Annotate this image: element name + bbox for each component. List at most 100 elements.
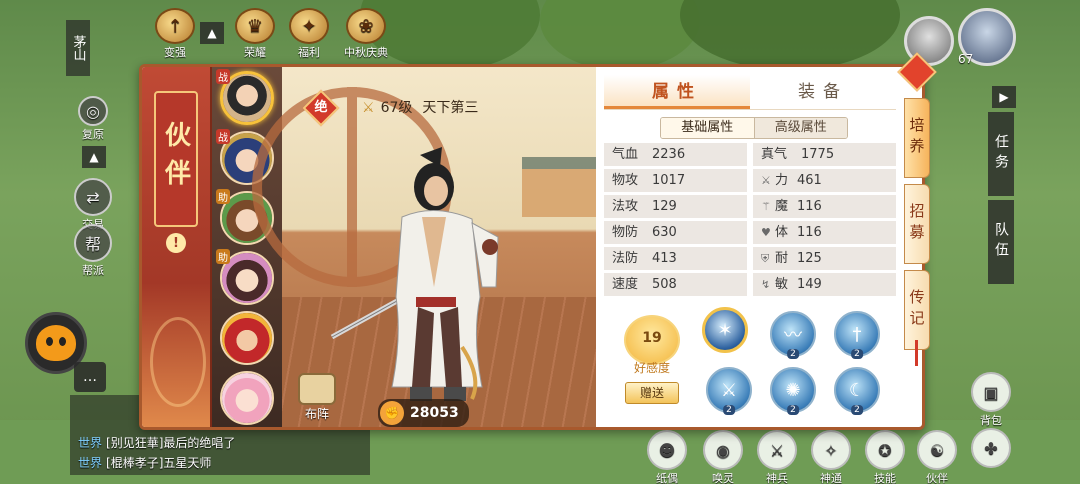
top-button-label: 变强: [164, 46, 186, 59]
attribute-panel: 属性 装备 基础属性 高级属性 气血 2236 真气 1775 物攻 1017 ⚔ 力 4…: [596, 67, 904, 427]
gift-icon: ✦: [289, 8, 329, 44]
formation-icon: [298, 373, 336, 405]
side-tab-biography[interactable]: 传记: [904, 270, 930, 350]
quest-button[interactable]: 任务: [988, 112, 1014, 196]
stat-table: 气血 2236 真气 1775 物攻 1017 ⚔ 力 461 法攻 129 ⚚ 魔 116 物…: [604, 143, 896, 299]
weapon-icon: ⚔: [757, 430, 797, 470]
stat-label: 力: [775, 173, 789, 188]
hero-title: 天下第三: [422, 100, 479, 116]
skill-slot-5[interactable]: ✺ 2: [770, 367, 816, 415]
stat-value: 413: [652, 251, 677, 266]
tier-label: 绝: [314, 100, 328, 115]
bottom-button-magic[interactable]: ✧ 神通: [806, 430, 856, 484]
bag-label: 背包: [980, 414, 1002, 427]
gift-button[interactable]: 赠送: [625, 382, 679, 404]
stat-value: 461: [797, 173, 822, 188]
chat-channel: 世界: [78, 436, 103, 450]
stat-value: 149: [797, 277, 822, 292]
guild-icon: 帮: [74, 224, 112, 262]
stat-label: 敏: [775, 277, 789, 292]
restore-button[interactable]: ◎ 复原: [72, 96, 114, 142]
stat-label: 速度: [612, 277, 639, 292]
side-tab-cultivate[interactable]: 培养: [904, 98, 930, 178]
skill-level: 2: [787, 405, 799, 415]
expand-right-button[interactable]: ▶: [992, 86, 1016, 108]
top-button-honor[interactable]: ♛ 荣耀: [232, 8, 278, 60]
bottom-button-label: 唤灵: [712, 472, 734, 484]
guild-button[interactable]: 帮 帮派: [72, 224, 114, 278]
skill-slot-1[interactable]: ✶: [702, 307, 748, 353]
stat-value: 116: [797, 199, 822, 214]
restore-label: 复原: [82, 128, 104, 141]
hero-figure[interactable]: [322, 137, 542, 407]
chat-text: [别见狂華]最后的绝唱了: [106, 436, 236, 450]
stat-value: 630: [652, 225, 677, 240]
tab-equipment[interactable]: 装备: [750, 75, 896, 109]
top-button-strengthen[interactable]: ↑ 变强: [152, 8, 198, 60]
rabbit-icon: ❀: [346, 8, 386, 44]
stat-label: 法攻: [612, 199, 639, 214]
top-button-mid-autumn[interactable]: ❀ 中秋庆典: [338, 8, 394, 60]
shield-icon: ⛨: [761, 252, 770, 265]
chat-open-button[interactable]: …: [74, 362, 106, 392]
skill-slot-2[interactable]: 〰 2: [770, 311, 816, 359]
skill-icon: ✪: [865, 430, 905, 470]
partner-portrait: [222, 313, 272, 363]
bottom-button-spirit[interactable]: ◉ 唤灵: [698, 430, 748, 484]
stat-row: 法攻 129 ⚚ 魔 116: [604, 195, 896, 218]
partner-slot-6[interactable]: [220, 371, 274, 425]
bottom-button-partner[interactable]: ☯ 伙伴: [912, 430, 962, 484]
role-tag: 战: [216, 69, 230, 84]
top-button-welfare[interactable]: ✦ 福利: [286, 8, 332, 60]
stat-magic: ⚚ 魔 116: [753, 195, 896, 218]
skill-slot-3[interactable]: † 2: [834, 311, 880, 359]
formation-label: 布阵: [304, 407, 329, 421]
collapse-top-button[interactable]: ▲: [200, 22, 224, 44]
stat-value: 125: [797, 251, 822, 266]
affinity-heart-icon[interactable]: 19: [624, 315, 680, 365]
hero-display: 绝 ⚔ 67级 天下第三 布阵 ✊ 28053: [252, 67, 602, 427]
skill-slot-6[interactable]: ☾ 2: [834, 367, 880, 415]
skill-slot-4[interactable]: ⚔ 2: [706, 367, 752, 415]
partner-slot-5[interactable]: [220, 311, 274, 365]
partner-portrait: [222, 373, 272, 423]
formation-button[interactable]: 布阵: [292, 373, 342, 422]
stat-row: 气血 2236 真气 1775: [604, 143, 896, 166]
chat-line[interactable]: 世界 [棍棒孝子]五星天师: [78, 454, 211, 471]
bottom-button-weapon[interactable]: ⚔ 神兵: [752, 430, 802, 484]
sword-icon: ⚔: [761, 174, 771, 187]
subtab-advanced[interactable]: 高级属性: [754, 118, 847, 138]
swirl-decoration: [150, 317, 206, 407]
team-button[interactable]: 队伍: [988, 200, 1014, 284]
location-label[interactable]: 茅山: [66, 20, 90, 76]
menu-button[interactable]: ✤: [966, 428, 1016, 468]
chat-channel: 世界: [78, 456, 103, 470]
stat-str: ⚔ 力 461: [753, 169, 896, 192]
stat-value: 1017: [652, 173, 686, 188]
stat-mag-def: 法防 413: [604, 247, 747, 270]
affinity-block: 19 好感度 赠送: [622, 315, 682, 404]
partner-panel: 伙伴 ! 战 战 助 助 绝 ⚔ 67级 天下第三 布阵 ✊ 28053 属性 …: [139, 64, 925, 430]
info-icon[interactable]: !: [166, 233, 186, 253]
spirit-icon: ◉: [703, 430, 743, 470]
tab-attributes[interactable]: 属性: [604, 75, 750, 109]
combat-power-value: 28053: [410, 405, 459, 421]
stat-label: 物攻: [612, 173, 639, 188]
chat-text: [棍棒孝子]五星天师: [106, 456, 212, 470]
side-tab-recruit[interactable]: 招募: [904, 184, 930, 264]
skill-level: 2: [787, 349, 799, 359]
stat-row: 物攻 1017 ⚔ 力 461: [604, 169, 896, 192]
skill-icon: ✺: [785, 379, 801, 401]
bottom-button-label: 技能: [874, 472, 896, 484]
panel-tabs: 属性 装备: [604, 75, 896, 109]
bottom-button-puppet[interactable]: ☻ 纸偶: [642, 430, 692, 484]
bag-button[interactable]: ▣ 背包: [966, 372, 1016, 428]
collapse-left-button[interactable]: ▲: [82, 146, 106, 168]
sword-icon: ⚔: [362, 100, 375, 116]
attribute-subtabs: 基础属性 高级属性: [660, 117, 848, 139]
bottom-button-skill[interactable]: ✪ 技能: [860, 430, 910, 484]
stat-label: 魔: [775, 199, 789, 214]
chat-line[interactable]: 世界 [别见狂華]最后的绝唱了: [78, 434, 235, 451]
subtab-basic[interactable]: 基础属性: [661, 118, 755, 138]
combat-power: ✊ 28053: [378, 399, 469, 427]
